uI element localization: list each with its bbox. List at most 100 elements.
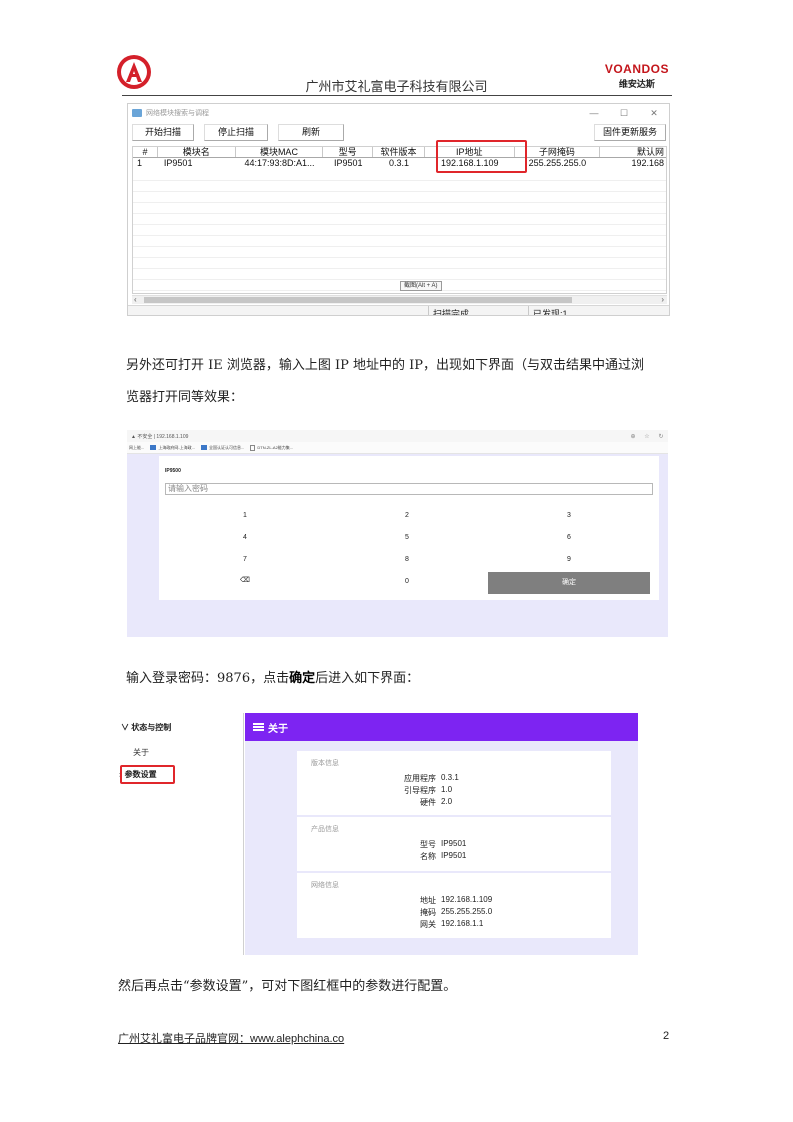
stop-scan-button[interactable]: 停止扫描 (204, 124, 268, 141)
firmware-update-button[interactable]: 固件更新服务 (594, 124, 666, 141)
login-text-bold: 确定 (289, 671, 316, 686)
start-scan-button[interactable]: 开始扫描 (132, 124, 194, 141)
card-title: 产品信息 (311, 826, 339, 833)
keypad-key-6[interactable]: 6 (559, 534, 579, 541)
cell-mac: 44:17:93:8D:A1... (244, 158, 315, 168)
scroll-left-icon[interactable]: ‹ (134, 295, 137, 304)
keypad-key-7[interactable]: 7 (235, 556, 255, 563)
kv-value: 255.255.255.0 (441, 907, 493, 916)
paragraph-ie-line2: 览器打开同等效果： (126, 390, 244, 405)
keypad-key-1[interactable]: 1 (235, 512, 255, 519)
table-header: # 模块名 模块MAC 型号 软件版本 IP地址 子网掩码 默认网 (133, 147, 666, 158)
maximize-button[interactable]: ☐ (609, 108, 639, 119)
sidebar-item-about[interactable]: 关于 (133, 747, 149, 758)
toolbar: 开始扫描 停止扫描 刷新 固件更新服务 (128, 122, 669, 142)
admin-page-title: 关于 (268, 723, 288, 735)
status-divider (428, 306, 429, 315)
params-highlight-box (120, 765, 175, 784)
kv-value: IP9501 (441, 851, 467, 860)
refresh-button[interactable]: 刷新 (278, 124, 344, 141)
close-button[interactable]: ✕ (639, 108, 669, 119)
sidebar-group-status-control[interactable]: ∨ 状态与控制 (121, 722, 171, 733)
login-panel: IP9500 请输入密码 1 2 3 4 5 6 7 8 9 ⌫ 0 确定 (159, 456, 659, 600)
table-empty-rows (133, 170, 666, 293)
address-bar[interactable]: ▲ 不安全 | 192.168.1.109 ⊕ ☆ ↻ (127, 430, 668, 442)
zoom-icon[interactable]: ⊕ (626, 433, 640, 440)
product-info-card: 产品信息 型号 IP9501 名称 IP9501 (297, 817, 611, 871)
bookmark-item[interactable]: 网上能... (129, 445, 144, 451)
login-text-prefix: 输入登录密码：9876，点击 (126, 671, 290, 686)
card-title: 网络信息 (311, 882, 339, 889)
admin-topbar: 关于 (245, 713, 638, 741)
paragraph-ie-line1: 另外还可打开 IE 浏览器，输入上图 IP 地址中的 IP，出现如下界面（与双击… (126, 358, 645, 373)
status-found-count: 已发现:1 (533, 309, 568, 316)
bookmark-item[interactable]: 上海政府网-上海政... (158, 445, 195, 451)
bookmark-icon (201, 445, 208, 450)
col-header-model[interactable]: 型号 (323, 147, 374, 157)
keypad-key-0[interactable]: 0 (397, 578, 417, 585)
status-divider (528, 306, 529, 315)
confirm-button[interactable]: 确定 (488, 572, 650, 594)
keypad-key-8[interactable]: 8 (397, 556, 417, 563)
cell-version: 0.3.1 (388, 158, 410, 168)
menu-icon[interactable] (253, 723, 264, 731)
backspace-icon[interactable]: ⌫ (235, 576, 255, 584)
scrollbar-thumb[interactable] (144, 297, 572, 303)
keypad-key-4[interactable]: 4 (235, 534, 255, 541)
bookmark-item[interactable]: DTN-ZL-A2能力集... (257, 445, 293, 451)
scroll-right-icon[interactable]: › (661, 295, 664, 304)
kv-value: 192.168.1.109 (441, 895, 493, 904)
keypad-key-3[interactable]: 3 (559, 512, 579, 519)
table-row[interactable]: 1 IP9501 44:17:93:8D:A1... IP9501 0.3.1 … (133, 158, 666, 169)
minimize-button[interactable]: — (579, 108, 609, 118)
col-header-index[interactable]: # (133, 147, 158, 157)
kv-value: 1.0 (441, 785, 453, 794)
device-title: IP9500 (165, 468, 181, 474)
login-text-suffix: 后进入如下界面： (315, 671, 420, 686)
col-header-version[interactable]: 软件版本 (373, 147, 425, 157)
header-brand: VOANDOS 维安达斯 (605, 62, 669, 90)
card-title: 版本信息 (311, 760, 339, 767)
keypad-key-2[interactable]: 2 (397, 512, 417, 519)
bookmarks-bar: 网上能... 上海政府网-上海政... 全国认证认可信息... DTN-ZL-A… (127, 442, 668, 454)
paragraph-params: 然后再点击“参数设置”，可对下图红框中的参数进行配置。 (118, 979, 457, 994)
status-bar: 扫描完成 已发现:1 (128, 305, 669, 316)
horizontal-scrollbar[interactable]: ‹ › (132, 295, 667, 304)
cell-gateway: 192.168 (631, 158, 664, 168)
version-info-card: 版本信息 应用程序 0.3.1 引导程序 1.0 硬件 2.0 (297, 751, 611, 815)
refresh-icon[interactable]: ↻ (654, 433, 668, 440)
bookmark-item[interactable]: 全国认证认可信息... (209, 445, 244, 451)
browser-window: ▲ 不安全 | 192.168.1.109 ⊕ ☆ ↻ 网上能... 上海政府网… (127, 430, 668, 637)
kv-key: 应用程序 (404, 774, 436, 783)
paragraph-login: 输入登录密码：9876，点击确定后进入如下界面： (126, 667, 419, 686)
col-header-name[interactable]: 模块名 (158, 147, 236, 157)
status-scan-state: 扫描完成 (433, 309, 470, 316)
col-header-mac[interactable]: 模块MAC (236, 147, 324, 157)
kv-value: 2.0 (441, 797, 453, 806)
footer-website-link[interactable]: 广州艾礼富电子品牌官网：www.alephchina.co (118, 1030, 344, 1046)
brand-name-en: VOANDOS (604, 62, 669, 76)
password-input[interactable]: 请输入密码 (165, 483, 653, 495)
col-header-gateway[interactable]: 默认网 (600, 147, 666, 157)
favorite-icon[interactable]: ☆ (640, 433, 654, 440)
keypad-key-5[interactable]: 5 (397, 534, 417, 541)
header-divider (122, 95, 672, 96)
kv-value: IP9501 (441, 839, 467, 848)
cell-name: IP9501 (163, 158, 193, 168)
app-icon (132, 109, 142, 117)
cell-index: 1 (137, 158, 143, 168)
admin-window: ∨ 状态与控制 关于 › 参数设置 关于 版本信息 应用程序 0.3.1 引导程序 1… (117, 713, 638, 955)
kv-value: 0.3.1 (441, 773, 459, 782)
cell-model: IP9501 (333, 158, 363, 168)
cell-mask: 255.255.255.0 (528, 158, 587, 168)
page-number: 2 (663, 1030, 670, 1042)
header-company-name: 广州市艾礼富电子科技有限公司 (305, 80, 488, 95)
screenshot-tooltip: 截图(Alt + A) (400, 281, 442, 291)
col-header-mask[interactable]: 子网掩码 (515, 147, 601, 157)
keypad-key-9[interactable]: 9 (559, 556, 579, 563)
kv-value: 192.168.1.1 (441, 919, 484, 928)
window-titlebar: 网络模块搜索与调程 — ☐ ✕ (128, 104, 669, 122)
brand-name-cn: 维安达斯 (618, 80, 655, 90)
device-table: # 模块名 模块MAC 型号 软件版本 IP地址 子网掩码 默认网 1 IP95… (132, 146, 667, 294)
address-text[interactable]: ▲ 不安全 | 192.168.1.109 (131, 433, 188, 440)
